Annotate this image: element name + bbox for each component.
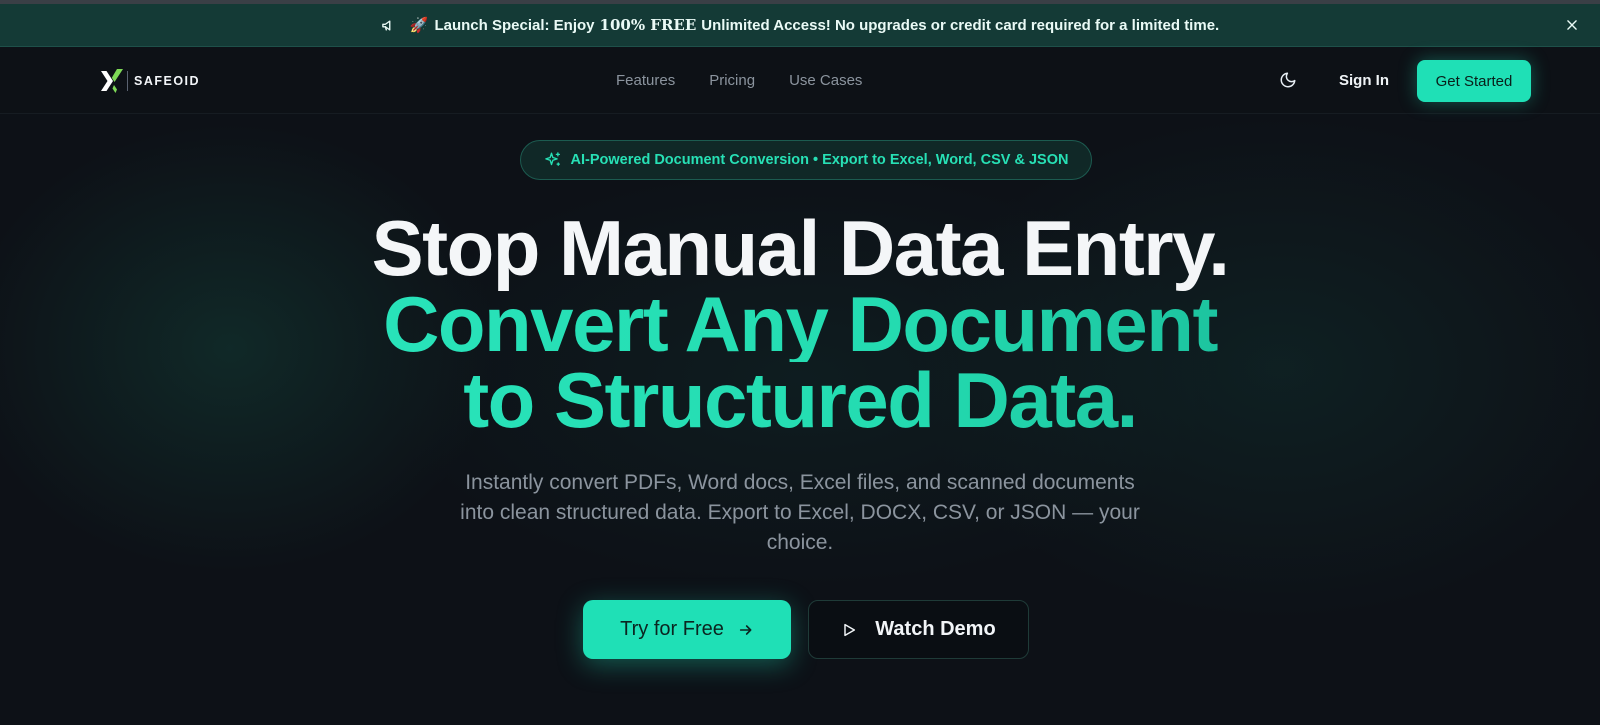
logo-text: SAFEOID: [134, 74, 201, 88]
top-navigation: SAFEOID Features Pricing Use Cases Sign …: [0, 48, 1600, 114]
nav-links: Features Pricing Use Cases: [616, 72, 862, 89]
nav-link-features[interactable]: Features: [616, 72, 675, 89]
promo-text-end: Unlimited Access! No upgrades or credit …: [701, 16, 1220, 34]
hero-title: Stop Manual Data Entry. Convert Any Docu…: [0, 204, 1600, 439]
play-icon: [841, 622, 857, 638]
try-for-free-button[interactable]: Try for Free: [583, 600, 791, 659]
rocket-emoji: 🚀: [409, 17, 429, 34]
promo-banner: 🚀 Launch Special: Enjoy 100% FREE Unlimi…: [0, 4, 1600, 47]
moon-icon[interactable]: [1279, 71, 1299, 91]
sparkles-icon: [544, 151, 562, 169]
sign-in-link[interactable]: Sign In: [1339, 72, 1389, 89]
close-icon[interactable]: [1562, 15, 1582, 35]
logo[interactable]: SAFEOID: [100, 68, 200, 94]
try-for-free-label: Try for Free: [620, 618, 724, 640]
watch-demo-label: Watch Demo: [875, 618, 996, 640]
badge-text: AI-Powered Document Conversion • Export …: [570, 152, 1069, 168]
logo-divider: [127, 71, 128, 91]
hero-title-line-1: Stop Manual Data Entry.: [371, 204, 1230, 292]
hero-title-line-2: Convert Any Document: [0, 285, 1600, 363]
promo-text-start: Launch Special: Enjoy: [434, 16, 595, 34]
logo-icon: [101, 69, 123, 93]
arrow-right-icon: [738, 622, 754, 638]
feature-badge: AI-Powered Document Conversion • Export …: [520, 140, 1092, 180]
hero-subtitle: Instantly convert PDFs, Word docs, Excel…: [460, 471, 1140, 554]
get-started-button[interactable]: Get Started: [1417, 60, 1531, 102]
nav-link-use-cases[interactable]: Use Cases: [789, 72, 862, 89]
hero-title-line-3: to Structured Data.: [0, 361, 1600, 439]
nav-link-pricing[interactable]: Pricing: [709, 72, 755, 89]
promo-highlight: 100% FREE: [599, 16, 697, 34]
megaphone-icon: [381, 18, 396, 33]
watch-demo-button[interactable]: Watch Demo: [808, 600, 1029, 659]
